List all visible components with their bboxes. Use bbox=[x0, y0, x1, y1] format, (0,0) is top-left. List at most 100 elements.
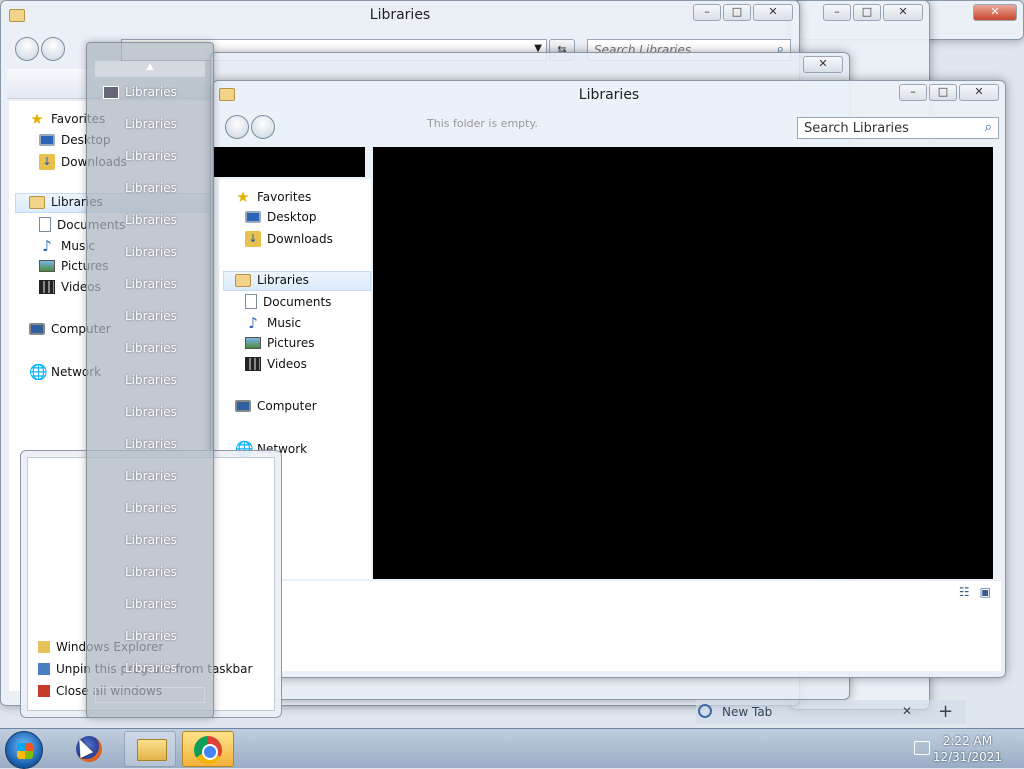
libraries-icon bbox=[29, 195, 45, 209]
window-list-item[interactable]: Libraries bbox=[101, 211, 205, 229]
window-list-item[interactable]: Libraries bbox=[101, 595, 205, 613]
content-area bbox=[373, 147, 993, 579]
desktop-icon bbox=[39, 134, 55, 146]
star-icon: ★ bbox=[30, 110, 44, 128]
taskbar: 2:22 AM 12/31/2021 bbox=[0, 728, 1024, 769]
window-controls: – □ ✕ bbox=[899, 84, 999, 101]
desktop-icon bbox=[245, 211, 261, 223]
window-list-item[interactable]: Libraries bbox=[101, 179, 205, 197]
nav-buttons bbox=[225, 115, 275, 139]
window-list-item[interactable]: Libraries bbox=[101, 403, 205, 421]
maximize-button[interactable]: □ bbox=[723, 4, 751, 21]
nav-music[interactable]: ♪ Music bbox=[245, 315, 301, 331]
clock-time: 2:22 AM bbox=[942, 734, 993, 748]
videos-icon bbox=[39, 280, 55, 294]
window-title: Libraries bbox=[578, 87, 640, 103]
window-list-item[interactable]: Libraries bbox=[101, 627, 205, 645]
window-list-item[interactable]: Libraries bbox=[101, 307, 205, 325]
forward-button[interactable] bbox=[41, 37, 65, 61]
folder-icon bbox=[137, 739, 167, 761]
empty-folder-hint: This folder is empty. bbox=[427, 117, 538, 130]
nav-computer[interactable]: Computer bbox=[235, 399, 317, 413]
command-bar-glitch bbox=[213, 147, 365, 177]
unpin-icon bbox=[38, 663, 50, 675]
window-controls: – □ ✕ bbox=[823, 4, 923, 21]
start-button[interactable] bbox=[5, 731, 43, 769]
view-buttons: ☷ ▣ bbox=[959, 585, 991, 599]
close-icon[interactable]: ✕ bbox=[902, 704, 912, 718]
back-button[interactable] bbox=[15, 37, 39, 61]
window-list-item[interactable]: Libraries bbox=[101, 467, 205, 485]
search-input[interactable]: Search Libraries ⌕ bbox=[797, 117, 999, 139]
nav-libraries[interactable]: Libraries bbox=[235, 273, 309, 287]
window-list-item[interactable]: Libraries bbox=[101, 659, 205, 677]
nav-buttons bbox=[15, 37, 65, 61]
title-bar[interactable]: Libraries – □ ✕ bbox=[213, 81, 1005, 111]
window-controls: – □ ✕ bbox=[693, 4, 793, 21]
search-placeholder: Search Libraries bbox=[804, 121, 909, 136]
window-list-item[interactable]: Libraries bbox=[101, 499, 205, 517]
preview-pane-icon[interactable]: ▣ bbox=[980, 585, 991, 599]
window-list-popup: ▲ Libraries Libraries Libraries Librarie… bbox=[86, 42, 214, 718]
nav-desktop[interactable]: Desktop bbox=[245, 210, 317, 224]
maximize-button[interactable]: □ bbox=[929, 84, 957, 101]
window-list-item[interactable]: Libraries bbox=[101, 275, 205, 293]
window-list-item[interactable]: Libraries bbox=[101, 147, 205, 165]
window-list-item[interactable]: Libraries bbox=[101, 115, 205, 133]
videos-icon bbox=[245, 357, 261, 371]
libraries-icon bbox=[235, 273, 251, 287]
scroll-down-button[interactable] bbox=[95, 687, 205, 703]
window-list-item[interactable]: Libraries bbox=[101, 563, 205, 581]
browser-tab-label[interactable]: New Tab bbox=[722, 705, 772, 719]
minimize-button[interactable]: – bbox=[823, 4, 851, 21]
taskbar-chrome[interactable] bbox=[182, 731, 234, 767]
documents-icon bbox=[245, 294, 257, 309]
window-list-item[interactable]: Libraries bbox=[101, 243, 205, 261]
minimize-button[interactable]: – bbox=[693, 4, 721, 21]
maximize-button[interactable]: □ bbox=[853, 4, 881, 21]
folder-icon bbox=[38, 641, 50, 653]
computer-icon bbox=[235, 400, 251, 412]
back-button[interactable] bbox=[225, 115, 249, 139]
windows-logo-icon bbox=[17, 743, 33, 759]
window-list-item[interactable]: Libraries bbox=[101, 339, 205, 357]
nav-downloads[interactable]: ↓Downloads bbox=[245, 231, 333, 247]
nav-favorites[interactable]: ★ Favorites bbox=[235, 189, 311, 205]
scroll-up-button[interactable]: ▲ bbox=[95, 61, 205, 77]
minimize-button[interactable]: – bbox=[899, 84, 927, 101]
music-icon: ♪ bbox=[248, 314, 258, 332]
chrome-icon bbox=[194, 736, 222, 764]
window-list-item[interactable]: Libraries bbox=[101, 531, 205, 549]
window-list-item[interactable]: Libraries bbox=[101, 435, 205, 453]
window-title: Libraries bbox=[369, 7, 431, 23]
close-button[interactable]: ✕ bbox=[973, 4, 1017, 21]
downloads-icon: ↓ bbox=[39, 154, 55, 170]
title-bar[interactable]: Libraries – □ ✕ bbox=[1, 1, 799, 31]
close-button[interactable]: ✕ bbox=[959, 84, 999, 101]
forward-button[interactable] bbox=[251, 115, 275, 139]
window-controls: ✕ bbox=[803, 56, 843, 73]
pictures-icon bbox=[39, 260, 55, 272]
nav-pictures[interactable]: Pictures bbox=[245, 336, 315, 350]
nav-videos[interactable]: Videos bbox=[245, 357, 307, 371]
close-button[interactable]: ✕ bbox=[803, 56, 843, 73]
search-icon[interactable]: ⌕ bbox=[985, 120, 992, 135]
window-list-item[interactable]: Libraries bbox=[101, 83, 205, 101]
nav-documents[interactable]: Documents bbox=[245, 294, 331, 309]
details-pane: ☷ ▣ bbox=[219, 581, 1001, 671]
network-tray-icon[interactable] bbox=[914, 741, 930, 755]
network-icon: 🌐 bbox=[29, 363, 48, 381]
close-button[interactable]: ✕ bbox=[883, 4, 923, 21]
system-clock[interactable]: 2:22 AM 12/31/2021 bbox=[933, 733, 1002, 765]
downloads-icon: ↓ bbox=[245, 231, 261, 247]
music-icon: ♪ bbox=[42, 237, 52, 255]
details-view-icon[interactable]: ☷ bbox=[959, 585, 970, 599]
clock-date: 12/31/2021 bbox=[932, 750, 1002, 764]
explorer-window-front: Libraries – □ ✕ This folder is empty. Se… bbox=[212, 80, 1006, 678]
taskbar-explorer[interactable] bbox=[124, 731, 176, 767]
close-button[interactable]: ✕ bbox=[753, 4, 793, 21]
new-tab-button[interactable]: + bbox=[938, 701, 953, 722]
pictures-icon bbox=[245, 337, 261, 349]
window-controls: ✕ bbox=[973, 4, 1017, 21]
window-list-item[interactable]: Libraries bbox=[101, 371, 205, 389]
